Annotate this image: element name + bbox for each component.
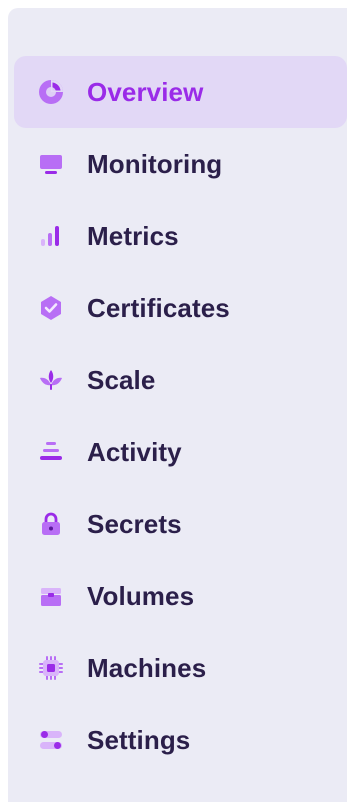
monitor-icon <box>37 150 65 178</box>
lock-icon <box>37 510 65 538</box>
sidebar-item-label: Scale <box>87 364 156 395</box>
sidebar-item-overview[interactable]: Overview <box>14 56 347 128</box>
sidebar-item-settings[interactable]: Settings <box>14 704 347 776</box>
sprout-icon <box>37 366 65 394</box>
sidebar-item-activity[interactable]: Activity <box>14 416 347 488</box>
sidebar-item-scale[interactable]: Scale <box>14 344 347 416</box>
sidebar-item-label: Activity <box>87 436 182 467</box>
bar-chart-icon <box>37 222 65 250</box>
sidebar-item-secrets[interactable]: Secrets <box>14 488 347 560</box>
sidebar-item-label: Monitoring <box>87 148 223 179</box>
sidebar-item-volumes[interactable]: Volumes <box>14 560 347 632</box>
sidebar-item-label: Machines <box>87 652 207 683</box>
sidebar-item-label: Metrics <box>87 220 179 251</box>
stack-icon <box>37 438 65 466</box>
pie-chart-icon <box>37 78 65 106</box>
sidebar-item-label: Settings <box>87 724 191 755</box>
sidebar: Overview Monitoring Metrics Certificates… <box>8 8 347 802</box>
sidebar-item-label: Certificates <box>87 292 230 323</box>
sidebar-item-machines[interactable]: Machines <box>14 632 347 704</box>
sidebar-item-label: Volumes <box>87 580 195 611</box>
sidebar-item-metrics[interactable]: Metrics <box>14 200 347 272</box>
box-icon <box>37 582 65 610</box>
sidebar-item-label: Secrets <box>87 508 182 539</box>
badge-check-icon <box>37 294 65 322</box>
sidebar-item-certificates[interactable]: Certificates <box>14 272 347 344</box>
toggles-icon <box>37 726 65 754</box>
cpu-icon <box>37 654 65 682</box>
sidebar-nav: Overview Monitoring Metrics Certificates… <box>14 56 347 776</box>
sidebar-item-label: Overview <box>87 76 204 107</box>
sidebar-item-monitoring[interactable]: Monitoring <box>14 128 347 200</box>
